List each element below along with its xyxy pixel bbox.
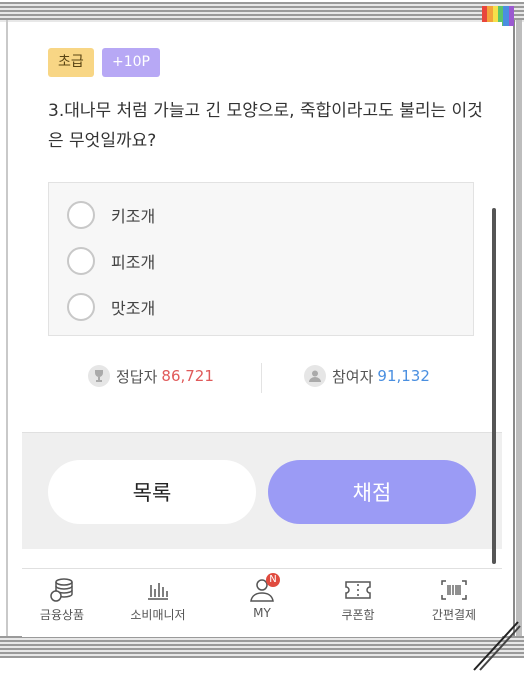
frame-right-shadow <box>513 20 515 636</box>
barcode-icon <box>441 580 467 600</box>
action-area: 목록 채점 <box>22 432 502 549</box>
option-3[interactable]: 맛조개 <box>67 291 155 323</box>
tab-easy-payment[interactable]: 간편결제 <box>414 577 494 623</box>
tab-coupon-box[interactable]: 쿠폰함 <box>318 577 398 623</box>
correct-label: 정답자 <box>116 367 158 386</box>
option-label: 키조개 <box>111 207 156 226</box>
point-badge: +10P <box>102 48 160 77</box>
frame-left-edge <box>6 20 8 636</box>
option-2[interactable]: 피조개 <box>67 245 155 277</box>
radio-button[interactable] <box>67 201 95 229</box>
stats-divider <box>261 363 262 393</box>
correct-stat: 정답자 86,721 <box>88 365 214 387</box>
ticket-icon <box>345 581 371 599</box>
trophy-icon <box>88 365 110 387</box>
tab-my[interactable]: N MY <box>222 573 302 620</box>
participants-count: 91,132 <box>377 367 430 385</box>
scrollbar[interactable] <box>492 208 496 564</box>
answer-options: 키조개 피조개 맛조개 <box>48 182 474 336</box>
tab-label: MY <box>253 606 271 620</box>
bottom-frame-stripes <box>0 636 524 658</box>
option-1[interactable]: 키조개 <box>67 199 155 231</box>
coins-icon <box>50 578 73 602</box>
tab-label: 금융상품 <box>39 608 85 622</box>
tab-label: 간편결제 <box>431 608 477 622</box>
radio-button[interactable] <box>67 293 95 321</box>
option-label: 맛조개 <box>111 299 156 318</box>
correct-count: 86,721 <box>161 367 214 385</box>
top-frame-stripes <box>0 2 524 22</box>
participants-label: 참여자 <box>332 367 374 386</box>
tab-label: 소비매니저 <box>130 608 186 622</box>
radio-button[interactable] <box>67 247 95 275</box>
bar-chart-icon <box>148 583 168 600</box>
frame-right-edge <box>516 20 522 636</box>
list-button[interactable]: 목록 <box>48 460 256 524</box>
participants-stat: 참여자 91,132 <box>304 365 430 387</box>
grade-button[interactable]: 채점 <box>268 460 476 524</box>
tab-financial-products[interactable]: 금융상품 <box>22 577 102 623</box>
person-icon <box>304 365 326 387</box>
option-label: 피조개 <box>111 253 156 272</box>
quiz-stats: 정답자 86,721 참여자 91,132 <box>48 359 474 395</box>
tab-label: 쿠폰함 <box>341 608 375 622</box>
bottom-tab-bar: 금융상품 소비매니저 N MY 쿠폰함 간편결제 <box>22 568 502 637</box>
level-badge: 초급 <box>48 48 94 77</box>
new-badge: N <box>266 573 280 587</box>
quiz-screen: 초급 +10P 3.대나무 처럼 가늘고 긴 모양으로, 죽합이라고도 불리는 … <box>22 22 502 637</box>
question-text: 3.대나무 처럼 가늘고 긴 모양으로, 죽합이라고도 불리는 이것은 무엇일까… <box>48 101 483 151</box>
tab-spending-manager[interactable]: 소비매니저 <box>118 577 198 623</box>
